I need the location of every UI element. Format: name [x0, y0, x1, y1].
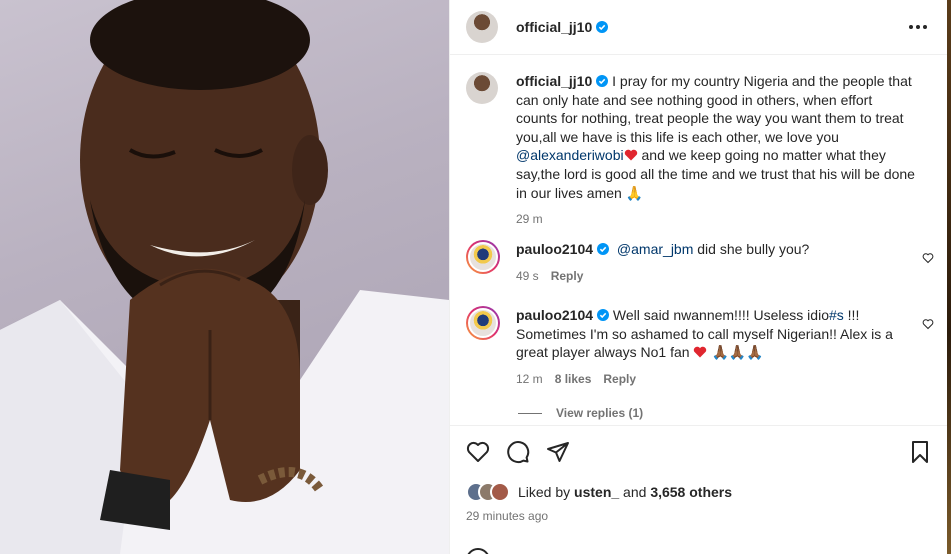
- comment-text-block: pauloo2104 @amar_jbm did she bully you? …: [516, 240, 916, 285]
- liked-by-label: Liked by: [518, 484, 575, 500]
- comment-text-block: pauloo2104 Well said nwannem!!!! Useless…: [516, 306, 916, 388]
- instagram-post-view: official_jj10 official_jj10 I pray for m…: [0, 0, 951, 554]
- commenter-avatar[interactable]: [466, 240, 500, 274]
- caption-text-block: official_jj10 I pray for my country Nige…: [516, 72, 916, 229]
- bookmark-icon[interactable]: [908, 440, 932, 464]
- comment-text: did she bully you?: [693, 241, 810, 257]
- comment-time[interactable]: 49 s: [516, 267, 539, 286]
- verified-badge-icon: [596, 21, 609, 33]
- comment-icon[interactable]: [506, 440, 530, 464]
- red-heart-emoji-icon: [624, 150, 637, 161]
- red-heart-emoji-icon: [694, 346, 707, 358]
- liked-by-user[interactable]: usten_: [574, 484, 619, 500]
- reply-button[interactable]: Reply: [551, 267, 584, 286]
- verified-badge-icon: [597, 243, 610, 255]
- portrait-image: [0, 0, 449, 554]
- post-actions: Liked by usten_ and 3,658 others 29 minu…: [450, 425, 948, 554]
- commenter-avatar[interactable]: [466, 306, 500, 340]
- action-icons: [466, 440, 570, 464]
- post-detail-panel: official_jj10 official_jj10 I pray for m…: [449, 0, 951, 554]
- caption-time[interactable]: 29 m: [516, 210, 543, 229]
- post-photo: [0, 0, 449, 554]
- comment-row: pauloo2104 @amar_jbm did she bully you? …: [466, 240, 916, 285]
- comment-meta: 12 m 8 likes Reply: [516, 370, 916, 389]
- caption-username[interactable]: official_jj10: [516, 73, 592, 89]
- author-username[interactable]: official_jj10: [516, 19, 592, 35]
- caption-meta: 29 m: [516, 210, 916, 229]
- comment-like-heart-icon[interactable]: [922, 318, 934, 330]
- post-timestamp[interactable]: 29 minutes ago: [466, 509, 548, 523]
- likes-text: Liked by usten_ and 3,658 others: [518, 484, 732, 500]
- comment-username[interactable]: pauloo2104: [516, 241, 593, 257]
- comment-meta: 49 s Reply: [516, 267, 916, 286]
- emoji-icon[interactable]: [466, 548, 490, 554]
- divider-line: [518, 412, 542, 414]
- comment-row: pauloo2104 Well said nwannem!!!! Useless…: [466, 306, 916, 388]
- view-replies-label[interactable]: View replies (1): [556, 406, 643, 420]
- caption-row: official_jj10 I pray for my country Nige…: [466, 72, 916, 229]
- comment-time[interactable]: 12 m: [516, 370, 543, 389]
- more-icon[interactable]: [906, 17, 930, 37]
- likes-summary: Liked by usten_ and 3,658 others: [466, 482, 732, 502]
- likes-and: and: [619, 484, 651, 500]
- caption-mention[interactable]: @alexanderiwobi: [516, 147, 624, 163]
- likes-count[interactable]: 3,658 others: [650, 484, 732, 500]
- comment-mention[interactable]: @amar_jbm: [617, 241, 693, 257]
- background-edge: [947, 0, 951, 554]
- praying-hands-emoji-icon: 🙏: [625, 184, 644, 201]
- verified-badge-icon: [597, 309, 610, 321]
- heart-icon[interactable]: [466, 440, 490, 464]
- comment-hashtag[interactable]: #s: [829, 307, 844, 323]
- view-replies-button[interactable]: View replies (1): [518, 406, 643, 420]
- comment-likes[interactable]: 8 likes: [555, 370, 592, 389]
- caption-avatar[interactable]: [466, 72, 498, 104]
- comments-section: official_jj10 I pray for my country Nige…: [450, 55, 948, 425]
- share-icon[interactable]: [546, 440, 570, 464]
- praying-hands-emoji-icon: 🙏🏾🙏🏾🙏🏾: [711, 344, 764, 361]
- liker-avatars[interactable]: [466, 482, 510, 502]
- author-avatar[interactable]: [466, 11, 498, 43]
- comment-username[interactable]: pauloo2104: [516, 307, 593, 323]
- verified-badge-icon: [596, 75, 609, 87]
- post-header: official_jj10: [450, 0, 948, 55]
- reply-button[interactable]: Reply: [603, 370, 636, 389]
- comment-like-heart-icon[interactable]: [922, 252, 934, 264]
- comment-text: Well said nwannem!!!! Useless idio: [612, 307, 829, 323]
